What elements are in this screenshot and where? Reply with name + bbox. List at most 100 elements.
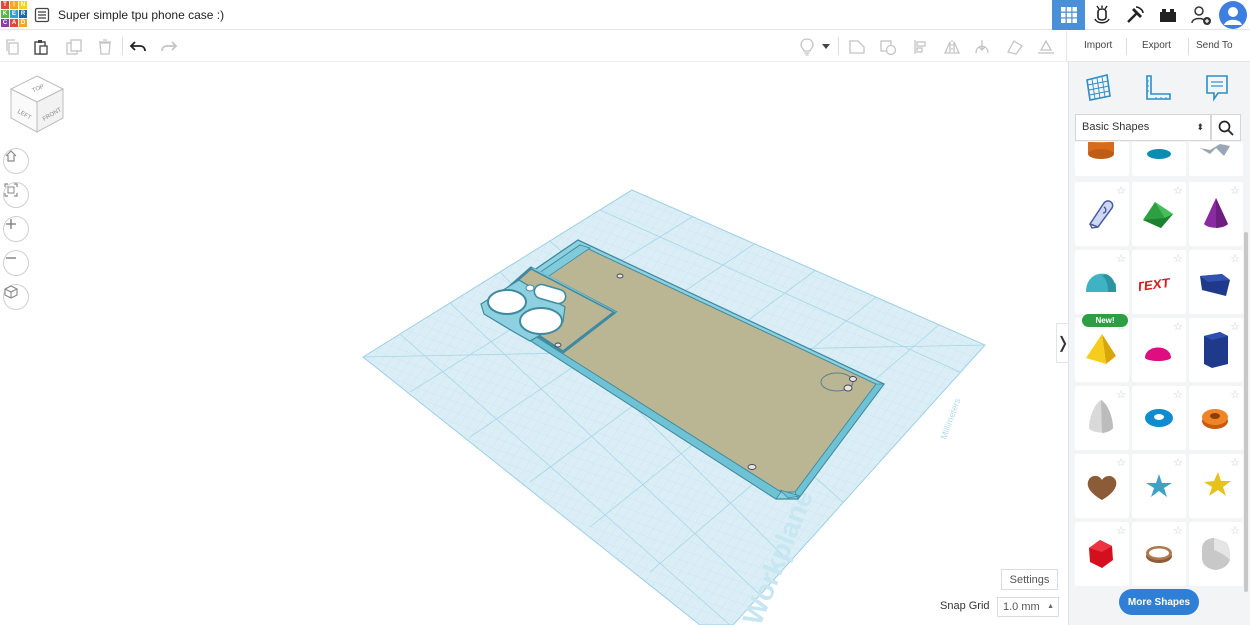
half-sphere-shape-icon: [1145, 347, 1171, 361]
designs-list-icon[interactable]: [34, 7, 50, 23]
3d-viewport[interactable]: Workplane Millimeters TOP LEFT FRONT: [0, 62, 1066, 625]
tinkercad-editor: T I N K E R C A D Super simple tpu phone…: [0, 0, 1250, 625]
shapes-scrollbar[interactable]: [1244, 232, 1248, 592]
pyramid-shape[interactable]: ☆: [1075, 318, 1129, 382]
send-to-button[interactable]: Send To: [1196, 40, 1233, 51]
import-button[interactable]: Import: [1084, 40, 1112, 51]
toolbar-separator: [122, 37, 123, 55]
home-view-icon[interactable]: [3, 148, 29, 174]
torus-shape[interactable]: ☆: [1132, 386, 1186, 450]
import-export-bar: Import Export Send To: [1066, 31, 1250, 62]
mirror-icon[interactable]: [941, 36, 963, 58]
paraboloid-shape-icon: [1089, 400, 1113, 433]
snap-grid-label: Snap Grid: [940, 600, 990, 612]
zoom-in-icon[interactable]: [3, 216, 29, 242]
user-avatar-icon[interactable]: [1216, 0, 1250, 30]
ring-shape-icon: [1146, 546, 1172, 563]
icosahedron-shape[interactable]: ☆: [1075, 522, 1129, 586]
3d-view-icon[interactable]: [1052, 0, 1085, 30]
cylinder-shape[interactable]: ☆: [1075, 142, 1129, 176]
scribble-shape-icon: [1088, 200, 1114, 229]
copy-icon[interactable]: [1, 36, 23, 58]
star-shape-icon: [1146, 474, 1172, 497]
heart-shape[interactable]: ☆: [1075, 454, 1129, 518]
delete-icon[interactable]: [94, 36, 116, 58]
logo-letter: I: [10, 1, 18, 9]
paper-shape-icon: [1200, 144, 1230, 156]
ungroup-icon[interactable]: [877, 36, 899, 58]
round-roof-shape[interactable]: ☆: [1132, 142, 1186, 176]
cone-shape-icon: [1204, 198, 1228, 228]
box-rounded-shape[interactable]: ☆: [1189, 522, 1243, 586]
logo-letter: D: [19, 19, 27, 27]
logo-letter: C: [1, 19, 9, 27]
polygon-prism-shape[interactable]: ☆: [1189, 318, 1243, 382]
snap-grid-value: 1.0 mm: [1003, 601, 1040, 613]
logo-letter: T: [1, 1, 9, 9]
shape-library-value: Basic Shapes: [1082, 121, 1150, 133]
ruler-icon[interactable]: [1143, 72, 1175, 102]
add-user-icon[interactable]: [1184, 0, 1217, 30]
new-badge: New!: [1082, 314, 1128, 327]
polygon-shape-icon: [1200, 274, 1230, 296]
flip-icon[interactable]: [1004, 36, 1026, 58]
dropdown-arrow-icon[interactable]: [819, 36, 833, 58]
ring-shape[interactable]: ☆: [1132, 522, 1186, 586]
half-cylinder-shape-icon: [1086, 273, 1116, 292]
align-icon[interactable]: [910, 36, 932, 58]
star-shape[interactable]: ☆: [1132, 454, 1186, 518]
view-cube[interactable]: TOP LEFT FRONT: [8, 74, 66, 136]
paste-icon[interactable]: [30, 36, 52, 58]
workplane-drop-icon[interactable]: [1035, 36, 1057, 58]
shapes-grid: ☆ ☆ ☆ ☆ ☆ ☆ ☆ ☆TEXT ☆ ☆ ☆ ☆ ☆ ☆ ☆ ☆ ☆ ☆ …: [1073, 142, 1243, 587]
export-button[interactable]: Export: [1142, 40, 1171, 51]
tab-separator: [1126, 38, 1127, 55]
star-thick-shape[interactable]: ☆: [1189, 454, 1243, 518]
roof-shape-icon: [1143, 202, 1173, 228]
more-shapes-button[interactable]: More Shapes: [1119, 589, 1199, 615]
shape-library-select[interactable]: Basic Shapes ⬍: [1075, 114, 1211, 141]
scene-svg: Workplane Millimeters: [362, 189, 986, 625]
toolbar-separator: [838, 37, 839, 55]
tab-separator: [1188, 38, 1189, 55]
undo-icon[interactable]: [127, 36, 149, 58]
tinkercad-logo[interactable]: T I N K E R C A D: [0, 0, 27, 28]
fit-view-icon[interactable]: [3, 182, 29, 208]
perspective-icon[interactable]: [3, 284, 29, 310]
workplane-units-label: Millimeters: [938, 396, 962, 440]
shapes-panel: Basic Shapes ⬍ ☆ ☆ ☆ ☆ ☆ ☆ ☆ ☆TEXT ☆ ☆ ☆…: [1068, 62, 1250, 625]
heart-shape-icon: [1087, 475, 1117, 500]
polygon-shape[interactable]: ☆: [1189, 250, 1243, 314]
bricks-icon[interactable]: [1151, 0, 1184, 30]
light-bulb-icon[interactable]: [796, 36, 818, 58]
zoom-out-icon[interactable]: [3, 250, 29, 276]
cylinder-shape-icon: [1088, 142, 1114, 159]
half-sphere-shape[interactable]: ☆: [1132, 318, 1186, 382]
ar-view-icon[interactable]: [1085, 0, 1118, 30]
grid-view-icon[interactable]: [1083, 72, 1115, 102]
star-thick-shape-icon: [1204, 472, 1231, 496]
document-title[interactable]: Super simple tpu phone case :): [58, 8, 224, 22]
paper-shape[interactable]: ☆: [1189, 142, 1243, 176]
pyramid-shape-icon: [1086, 334, 1116, 364]
search-icon[interactable]: [1211, 114, 1241, 141]
torus-shape-icon: [1145, 409, 1173, 427]
redo-icon[interactable]: [158, 36, 180, 58]
polygon-prism-shape-icon: [1204, 332, 1228, 368]
text-shape[interactable]: ☆ TEXT: [1132, 250, 1186, 314]
group-icon[interactable]: [846, 36, 868, 58]
roof-shape[interactable]: ☆: [1132, 182, 1186, 246]
codeblocks-icon[interactable]: [1118, 0, 1151, 30]
duplicate-icon[interactable]: [63, 36, 85, 58]
scribble-shape[interactable]: ☆: [1075, 182, 1129, 246]
snap-grid-select[interactable]: 1.0 mm ▲: [997, 597, 1059, 617]
half-cylinder-shape[interactable]: ☆: [1075, 250, 1129, 314]
cruise-icon[interactable]: [971, 36, 993, 58]
paraboloid-shape[interactable]: ☆: [1075, 386, 1129, 450]
tube-shape[interactable]: ☆: [1189, 386, 1243, 450]
cone-shape[interactable]: ☆: [1189, 182, 1243, 246]
notes-icon[interactable]: [1202, 72, 1234, 102]
settings-button[interactable]: Settings: [1001, 569, 1058, 590]
caret-up-icon: ▲: [1047, 603, 1054, 610]
logo-letter: A: [10, 19, 18, 27]
